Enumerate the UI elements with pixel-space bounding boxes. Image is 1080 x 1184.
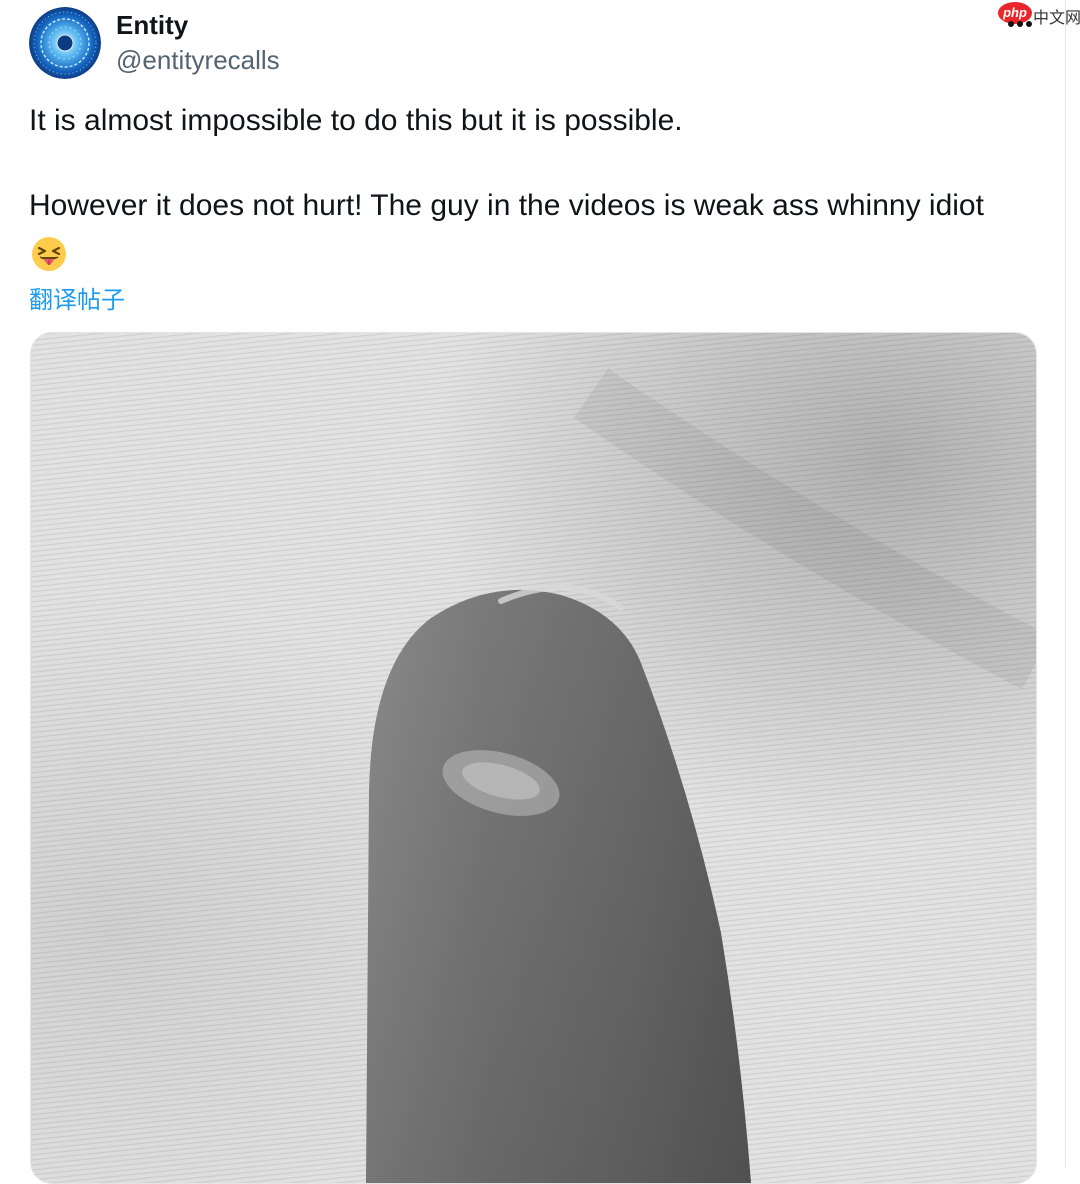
tweet-text-line-2: However it does not hurt! The guy in the… (29, 189, 984, 222)
author-avatar[interactable] (29, 7, 101, 79)
squinting-tongue-emoji-icon (30, 235, 68, 273)
finger-photo-image (31, 333, 1036, 1183)
avatar-image (29, 7, 101, 79)
more-options-icon[interactable] (1003, 15, 1037, 31)
translate-post-link[interactable]: 翻译帖子 (29, 280, 125, 315)
tweet-page: Entity @entityrecalls php 中文网 It is almo… (0, 0, 1080, 1184)
author-handle[interactable]: @entityrecalls (116, 45, 280, 76)
tweet-text-line-1: It is almost impossible to do this but i… (29, 104, 683, 137)
author-name[interactable]: Entity (116, 10, 188, 41)
tweet-media-photo[interactable] (30, 332, 1037, 1184)
column-divider (1065, 0, 1066, 1168)
watermark-text: 中文网 (1033, 10, 1080, 27)
